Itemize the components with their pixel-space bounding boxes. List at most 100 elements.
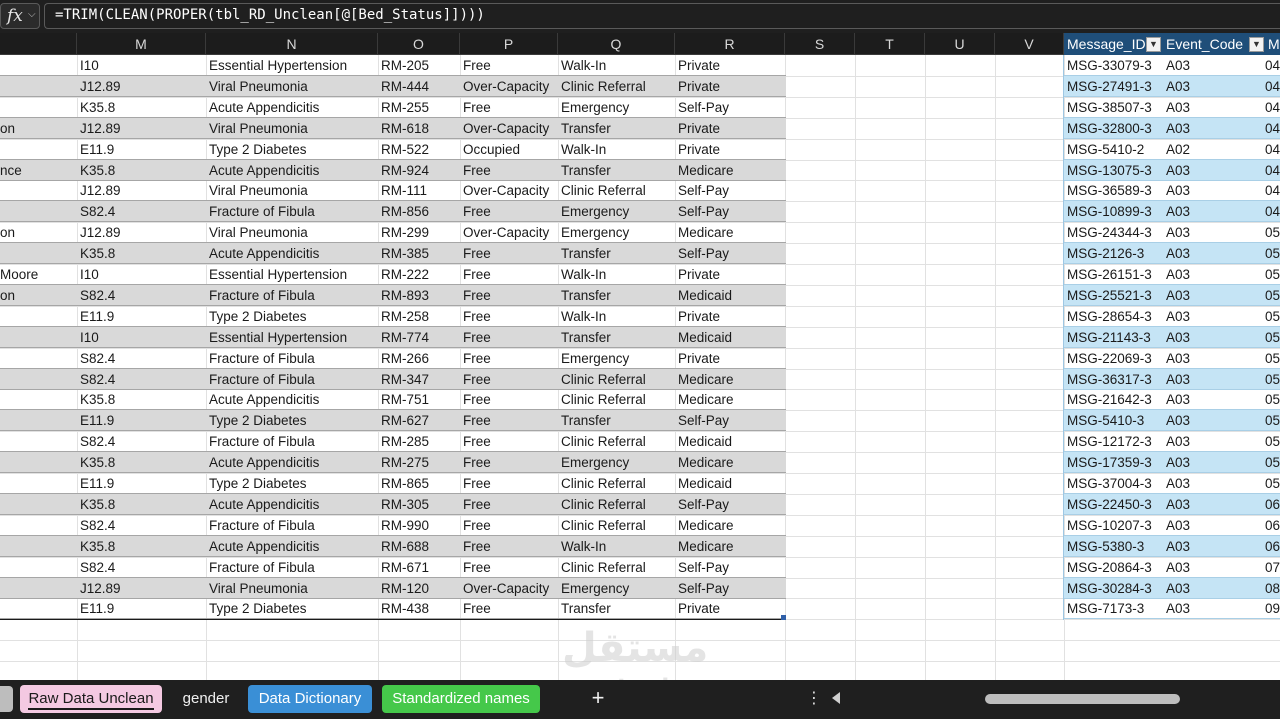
- cell-message-id[interactable]: MSG-13075-3: [1064, 160, 1163, 181]
- cell-event-code[interactable]: A03: [1163, 348, 1262, 369]
- cell-admission-type[interactable]: Emergency: [558, 201, 675, 222]
- cell-payer[interactable]: Private: [675, 118, 785, 139]
- cell-message-id[interactable]: MSG-10207-3: [1064, 515, 1163, 536]
- cell-diagnosis-name[interactable]: Fracture of Fibula: [206, 515, 378, 536]
- cell-admission-type[interactable]: Walk-In: [558, 536, 675, 557]
- cell-diagnosis-name[interactable]: Viral Pneumonia: [206, 222, 378, 243]
- cell-me[interactable]: 06: [1262, 536, 1280, 557]
- cell-diagnosis-name[interactable]: Essential Hypertension: [206, 55, 378, 76]
- cell-event-code[interactable]: A03: [1163, 431, 1262, 452]
- filter-dropdown-icon[interactable]: ▼: [1146, 37, 1161, 52]
- cell-diagnosis-name[interactable]: Acute Appendicitis: [206, 452, 378, 473]
- cell-room[interactable]: RM-347: [378, 369, 460, 390]
- formula-input[interactable]: =TRIM(CLEAN(PROPER(tbl_RD_Unclean[@[Bed_…: [44, 3, 1280, 29]
- cell-me[interactable]: 04: [1262, 139, 1280, 160]
- cell-me[interactable]: 08: [1262, 578, 1280, 599]
- cell-bed-status[interactable]: Free: [460, 97, 558, 118]
- cell-admission-type[interactable]: Clinic Referral: [558, 515, 675, 536]
- cell-event-code[interactable]: A02: [1163, 139, 1262, 160]
- cell-partial[interactable]: [0, 97, 77, 118]
- cell-room[interactable]: RM-627: [378, 410, 460, 431]
- cell-message-id[interactable]: MSG-38507-3: [1064, 97, 1163, 118]
- cell-me[interactable]: 04: [1262, 201, 1280, 222]
- horizontal-scrollbar[interactable]: [850, 694, 1280, 704]
- cell-bed-status[interactable]: Free: [460, 536, 558, 557]
- cell-message-id[interactable]: MSG-2126-3: [1064, 243, 1163, 264]
- cell-room[interactable]: RM-671: [378, 557, 460, 578]
- cell-me[interactable]: 05: [1262, 348, 1280, 369]
- cell-admission-type[interactable]: Walk-In: [558, 55, 675, 76]
- sheet-tab-standardized-names[interactable]: Standardized names: [382, 685, 540, 713]
- cell-event-code[interactable]: A03: [1163, 285, 1262, 306]
- cell-admission-type[interactable]: Walk-In: [558, 139, 675, 160]
- cell-diagnosis-code[interactable]: S82.4: [77, 369, 206, 390]
- cell-bed-status[interactable]: Over-Capacity: [460, 578, 558, 599]
- cell-payer[interactable]: Self-Pay: [675, 557, 785, 578]
- cell-diagnosis-code[interactable]: J12.89: [77, 76, 206, 97]
- cell-message-id[interactable]: MSG-22450-3: [1064, 494, 1163, 515]
- cell-admission-type[interactable]: Clinic Referral: [558, 473, 675, 494]
- cell-diagnosis-name[interactable]: Fracture of Fibula: [206, 431, 378, 452]
- cell-bed-status[interactable]: Free: [460, 264, 558, 285]
- cell-message-id[interactable]: MSG-26151-3: [1064, 264, 1163, 285]
- cell-diagnosis-name[interactable]: Type 2 Diabetes: [206, 410, 378, 431]
- cell-partial[interactable]: on: [0, 285, 77, 306]
- cell-diagnosis-code[interactable]: E11.9: [77, 410, 206, 431]
- cell-event-code[interactable]: A03: [1163, 452, 1262, 473]
- cell-event-code[interactable]: A03: [1163, 118, 1262, 139]
- cell-me[interactable]: 04: [1262, 55, 1280, 76]
- cell-diagnosis-code[interactable]: K35.8: [77, 389, 206, 410]
- cell-partial[interactable]: Moore: [0, 264, 77, 285]
- cell-room[interactable]: RM-285: [378, 431, 460, 452]
- cell-partial[interactable]: [0, 369, 77, 390]
- cell-me[interactable]: 04: [1262, 180, 1280, 201]
- column-header-p[interactable]: P: [460, 33, 558, 55]
- cell-partial[interactable]: nce: [0, 160, 77, 181]
- cell-payer[interactable]: Medicaid: [675, 285, 785, 306]
- cell-room[interactable]: RM-299: [378, 222, 460, 243]
- cell-diagnosis-code[interactable]: S82.4: [77, 557, 206, 578]
- cell-room[interactable]: RM-893: [378, 285, 460, 306]
- cell-diagnosis-code[interactable]: E11.9: [77, 306, 206, 327]
- cell-diagnosis-code[interactable]: E11.9: [77, 598, 206, 619]
- cell-partial[interactable]: [0, 201, 77, 222]
- cell-bed-status[interactable]: Free: [460, 160, 558, 181]
- cell-partial[interactable]: [0, 410, 77, 431]
- cell-diagnosis-code[interactable]: J12.89: [77, 180, 206, 201]
- cell-payer[interactable]: Medicare: [675, 160, 785, 181]
- cell-event-code[interactable]: A03: [1163, 243, 1262, 264]
- cell-admission-type[interactable]: Transfer: [558, 118, 675, 139]
- column-header-n[interactable]: N: [206, 33, 378, 55]
- cell-me[interactable]: 06: [1262, 494, 1280, 515]
- cell-bed-status[interactable]: Free: [460, 201, 558, 222]
- cell-message-id[interactable]: MSG-5380-3: [1064, 536, 1163, 557]
- cell-payer[interactable]: Medicare: [675, 452, 785, 473]
- cell-payer[interactable]: Medicaid: [675, 327, 785, 348]
- cell-diagnosis-name[interactable]: Essential Hypertension: [206, 264, 378, 285]
- cell-room[interactable]: RM-258: [378, 306, 460, 327]
- cell-diagnosis-name[interactable]: Acute Appendicitis: [206, 243, 378, 264]
- column-header-u[interactable]: U: [925, 33, 995, 55]
- cell-payer[interactable]: Medicare: [675, 536, 785, 557]
- cell-me[interactable]: 05: [1262, 369, 1280, 390]
- cell-me[interactable]: 06: [1262, 515, 1280, 536]
- cell-room[interactable]: RM-522: [378, 139, 460, 160]
- cell-bed-status[interactable]: Free: [460, 285, 558, 306]
- cell-message-id[interactable]: MSG-5410-3: [1064, 410, 1163, 431]
- cell-message-id[interactable]: MSG-37004-3: [1064, 473, 1163, 494]
- cell-me[interactable]: 05: [1262, 222, 1280, 243]
- cell-bed-status[interactable]: Free: [460, 243, 558, 264]
- cell-bed-status[interactable]: Free: [460, 306, 558, 327]
- cell-diagnosis-code[interactable]: S82.4: [77, 201, 206, 222]
- column-header-m[interactable]: M: [77, 33, 206, 55]
- cell-diagnosis-code[interactable]: I10: [77, 55, 206, 76]
- cell-event-code[interactable]: A03: [1163, 389, 1262, 410]
- cell-admission-type[interactable]: Clinic Referral: [558, 431, 675, 452]
- cell-diagnosis-name[interactable]: Viral Pneumonia: [206, 180, 378, 201]
- cell-diagnosis-name[interactable]: Acute Appendicitis: [206, 389, 378, 410]
- cell-payer[interactable]: Medicare: [675, 515, 785, 536]
- cell-diagnosis-code[interactable]: J12.89: [77, 222, 206, 243]
- cell-me[interactable]: 05: [1262, 327, 1280, 348]
- cell-admission-type[interactable]: Emergency: [558, 452, 675, 473]
- cell-payer[interactable]: Private: [675, 348, 785, 369]
